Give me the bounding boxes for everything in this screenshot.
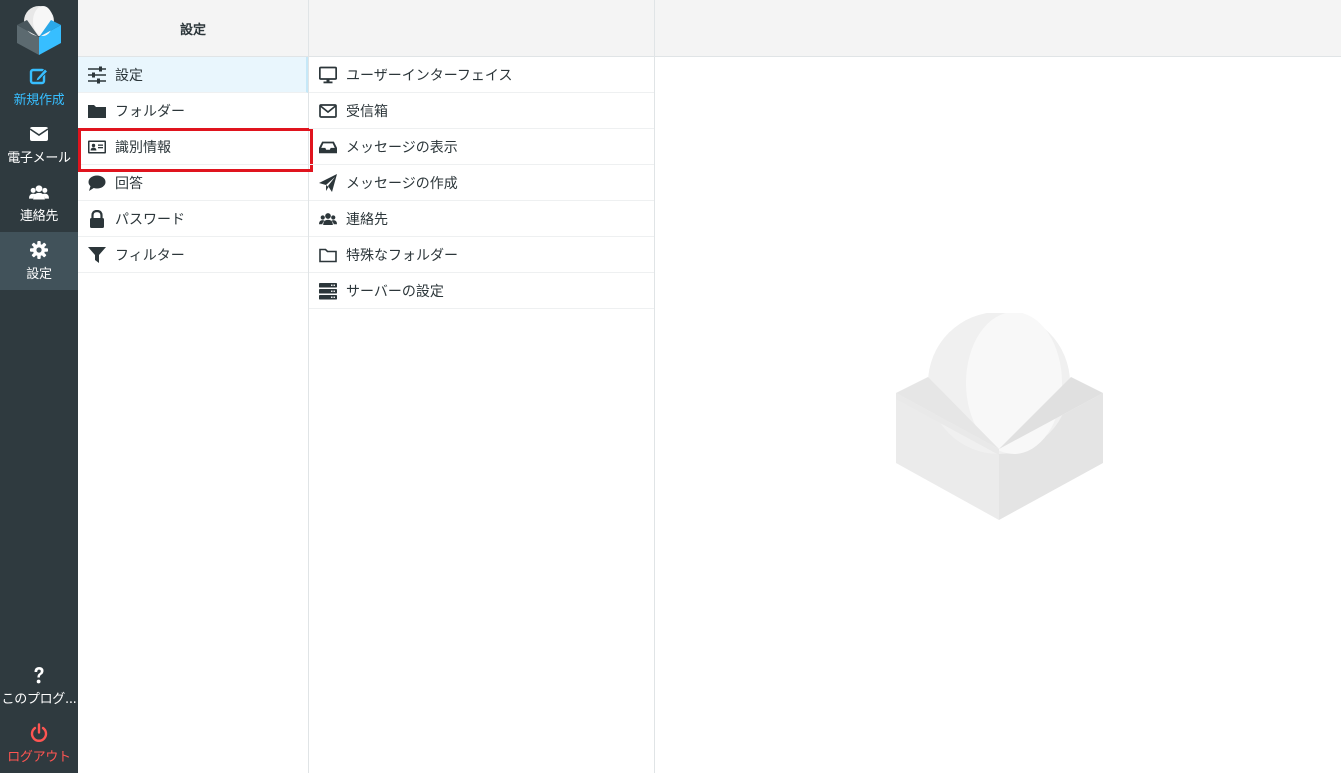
filter-icon <box>88 246 106 263</box>
content-header <box>655 0 1341 57</box>
nav-logout[interactable]: ログアウト <box>0 715 78 773</box>
power-icon <box>30 723 48 742</box>
envelope-outline-icon <box>319 103 337 118</box>
settings-item-password[interactable]: パスワード <box>78 201 308 237</box>
paper-plane-icon <box>319 173 337 192</box>
nav-about-label: このプログ... <box>1 692 77 707</box>
users-icon <box>319 212 337 225</box>
folder-outline-icon <box>319 248 337 262</box>
section-mailbox[interactable]: 受信箱 <box>309 93 654 129</box>
settings-item-label: 設定 <box>115 67 143 84</box>
settings-item-preferences[interactable]: 設定 <box>78 57 308 93</box>
section-message-display[interactable]: メッセージの表示 <box>309 129 654 165</box>
roundcube-watermark-logo <box>896 312 1104 525</box>
section-user-interface[interactable]: ユーザーインターフェイス <box>309 57 654 93</box>
settings-header: 設定 <box>78 0 308 57</box>
sections-list-panel: ユーザーインターフェイス 受信箱 メッセージの表示 メッセージの作成 連絡先 特… <box>309 0 655 773</box>
nav-mail[interactable]: 電子メール <box>0 116 78 174</box>
nav-contacts[interactable]: 連絡先 <box>0 174 78 232</box>
settings-item-label: フォルダー <box>115 103 185 120</box>
settings-item-identities[interactable]: 識別情報 <box>78 128 313 172</box>
content-panel <box>655 0 1341 773</box>
speech-bubble-icon <box>88 175 106 191</box>
settings-item-label: 識別情報 <box>115 139 171 156</box>
nav-logout-label: ログアウト <box>7 750 71 765</box>
watermark-logo-icon <box>896 312 1103 520</box>
section-label: 受信箱 <box>346 103 388 120</box>
section-label: メッセージの表示 <box>346 139 458 156</box>
question-icon <box>34 667 44 684</box>
settings-item-folders[interactable]: フォルダー <box>78 93 308 129</box>
settings-item-label: 回答 <box>115 175 143 192</box>
main-navigation: 新規作成 電子メール 連絡先 設定 このプログ... ログアウト <box>0 0 78 773</box>
nav-compose-label: 新規作成 <box>13 93 65 108</box>
nav-settings-label: 設定 <box>26 267 52 282</box>
gear-icon <box>30 241 48 259</box>
settings-item-filters[interactable]: フィルター <box>78 237 308 273</box>
section-special-folders[interactable]: 特殊なフォルダー <box>309 237 654 273</box>
nav-settings[interactable]: 設定 <box>0 232 78 290</box>
roundcube-logo[interactable] <box>0 0 78 58</box>
settings-item-label: パスワード <box>115 211 185 228</box>
settings-item-responses[interactable]: 回答 <box>78 165 308 201</box>
nav-contacts-label: 連絡先 <box>19 209 59 224</box>
section-contacts[interactable]: 連絡先 <box>309 201 654 237</box>
nav-compose[interactable]: 新規作成 <box>0 58 78 116</box>
folder-icon <box>88 104 106 118</box>
sliders-icon <box>88 66 106 83</box>
logo-icon <box>17 6 61 55</box>
section-label: 特殊なフォルダー <box>346 247 458 264</box>
section-label: サーバーの設定 <box>346 283 444 300</box>
section-label: ユーザーインターフェイス <box>346 67 513 84</box>
server-icon <box>319 282 337 299</box>
compose-icon <box>29 68 49 85</box>
id-card-icon <box>88 140 106 153</box>
section-label: メッセージの作成 <box>346 175 458 192</box>
sections-header <box>309 0 654 57</box>
settings-title: 設定 <box>179 22 206 38</box>
nav-mail-label: 電子メール <box>7 151 71 166</box>
nav-about[interactable]: このプログ... <box>0 657 78 715</box>
section-label: 連絡先 <box>346 211 388 228</box>
envelope-icon <box>29 127 49 141</box>
lock-icon <box>90 209 104 228</box>
users-icon <box>29 185 49 200</box>
section-server-settings[interactable]: サーバーの設定 <box>309 273 654 309</box>
section-composing[interactable]: メッセージの作成 <box>309 165 654 201</box>
settings-list-panel: 設定 設定 フォルダー 識別情報 回答 パスワード フィルター <box>78 0 313 773</box>
inbox-tray-icon <box>319 141 337 153</box>
monitor-icon <box>319 66 337 83</box>
settings-item-label: フィルター <box>115 247 185 264</box>
